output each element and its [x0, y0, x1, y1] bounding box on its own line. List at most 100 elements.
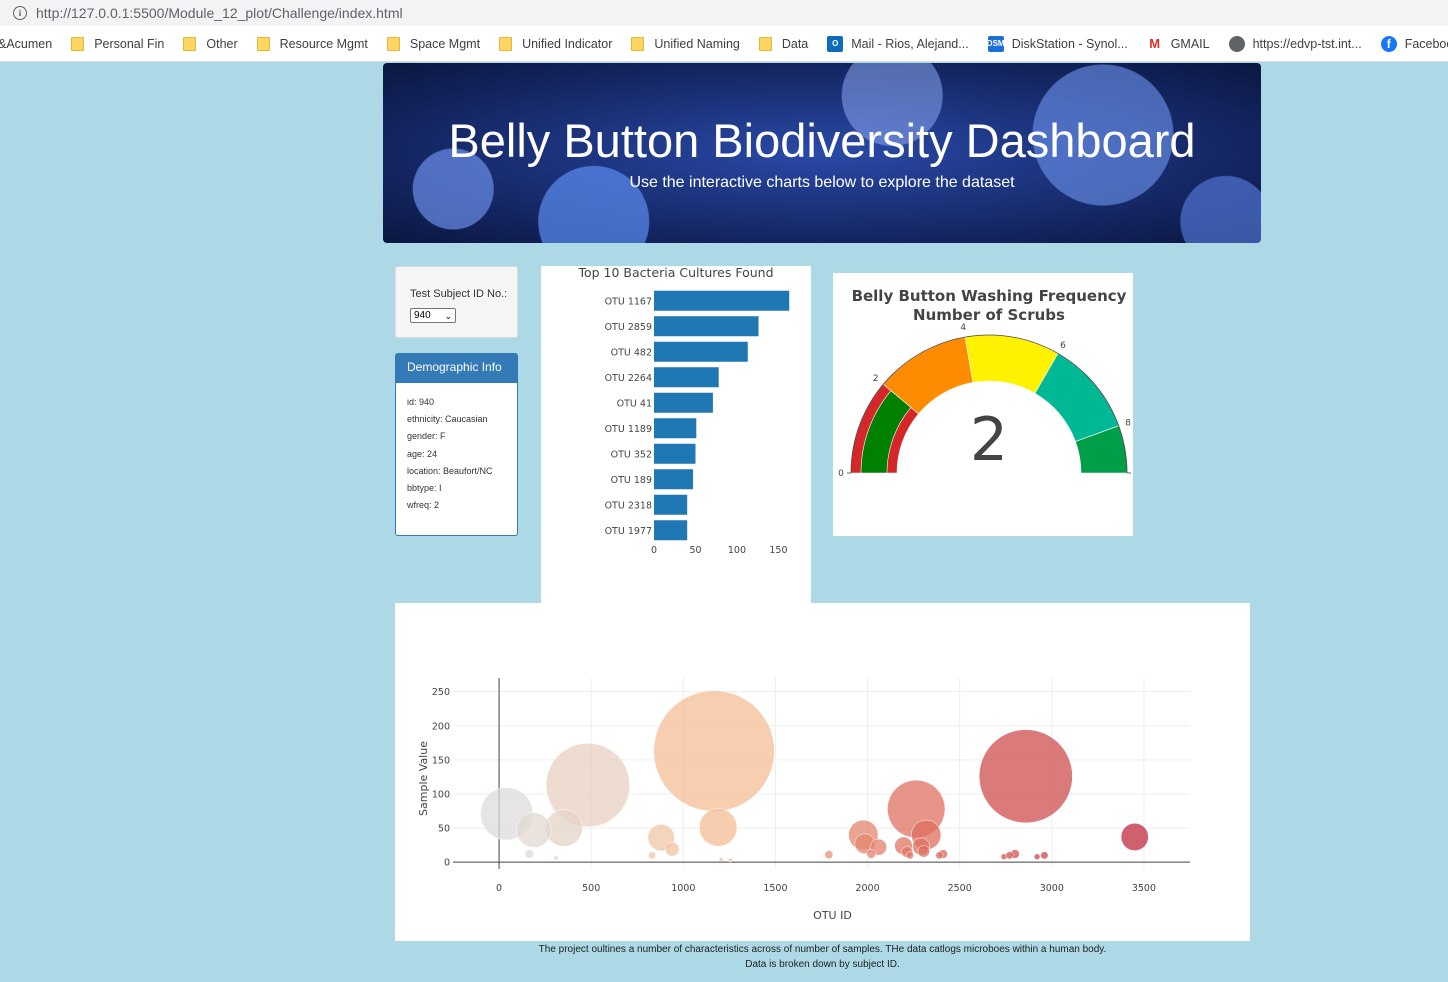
bubble-x-tick-label: 1000	[671, 883, 695, 894]
bar-category-label: OTU 352	[611, 449, 652, 460]
bubble-x-tick-label: 2000	[855, 883, 879, 894]
bubble[interactable]	[653, 690, 775, 812]
bar[interactable]	[654, 341, 748, 362]
bookmark-item[interactable]: Unified Naming	[631, 36, 740, 51]
gauge-chart[interactable]: 0 2 4 6 8 Belly Button Washing FrequencyNumbe…	[833, 273, 1133, 536]
bookmark-item[interactable]: &Acumen	[0, 37, 52, 51]
bookmark-label: Data	[781, 36, 809, 51]
gauge-tick-label: 0	[838, 469, 844, 479]
bubble[interactable]	[824, 850, 834, 859]
bubble[interactable]	[866, 849, 876, 859]
bubble[interactable]	[664, 841, 680, 857]
bubble[interactable]	[1000, 853, 1008, 860]
footer-line-1: The project oultines a number of charact…	[538, 944, 1107, 955]
bar-category-label: OTU 2859	[605, 322, 652, 333]
facebook-icon: f	[1380, 35, 1397, 52]
bubble[interactable]	[935, 851, 944, 860]
demographic-row: age: 24	[407, 448, 438, 459]
page-title: Belly Button Biodiversity Dashboard	[448, 114, 1196, 167]
gauge-title-line-1: Belly Button Washing Frequency	[852, 287, 1127, 305]
bar[interactable]	[654, 367, 719, 388]
demographic-row: wfreq: 2	[407, 500, 440, 511]
bookmark-label: Facebook	[1404, 36, 1448, 51]
gauge-chart-card: 0 2 4 6 8 Belly Button Washing Frequency Numbe…	[833, 273, 1133, 536]
bookmark-item[interactable]: Unified Indicator	[499, 36, 613, 51]
subject-selector-label: Test Subject ID No.:	[410, 288, 508, 300]
dsm-icon: DSM	[987, 35, 1005, 52]
bubble[interactable]	[1040, 851, 1049, 860]
bar[interactable]	[654, 418, 697, 439]
page-subtitle: Use the interactive charts below to expl…	[629, 174, 1015, 191]
demographic-row: bbtype: I	[407, 482, 442, 493]
gauge-tick-label: 8	[1125, 418, 1131, 428]
chevron-down-icon: ⌄	[444, 311, 452, 321]
bookmark-label: Unified Indicator	[522, 36, 613, 51]
demographic-info-heading: Demographic Info	[396, 354, 517, 383]
bookmark-item[interactable]: Other	[183, 36, 238, 51]
demographic-info-body: id: 940 ethnicity: Caucasian gender: F age:…	[396, 383, 517, 517]
url-text[interactable]: http://127.0.0.1:5500/Module_12_plot/Cha…	[36, 5, 403, 21]
bubble-y-tick-label: 200	[432, 721, 450, 732]
subject-id-select[interactable]: 940 ⌄	[410, 308, 456, 323]
bar-chart[interactable]: Top 10 Bacteria Cultures Found OTU 1167 OT…	[541, 265, 811, 603]
bubble-x-tick-label: 500	[582, 883, 600, 894]
bookmark-item[interactable]: Data	[758, 36, 809, 51]
bubble-x-tick-label: 3000	[1040, 883, 1064, 894]
bar-x-tick-label: 100	[728, 545, 746, 556]
bubble[interactable]	[917, 845, 930, 858]
bar-category-label: OTU 2318	[605, 500, 652, 511]
gauge-value-number: 2	[970, 405, 1008, 475]
bubble[interactable]	[728, 857, 733, 863]
bookmark-label: Resource Mgmt	[279, 36, 368, 51]
bookmark-item[interactable]: f Facebook	[1380, 35, 1448, 52]
bubble[interactable]	[1120, 822, 1149, 851]
footer-line-2: Data is broken down by subject ID.	[745, 959, 900, 970]
bubble[interactable]	[905, 851, 914, 860]
folder-icon	[386, 36, 400, 51]
folder-icon	[183, 36, 197, 51]
bookmark-item[interactable]: Resource Mgmt	[256, 36, 368, 51]
bubble[interactable]	[1033, 853, 1041, 860]
bar-category-label: OTU 1189	[605, 424, 652, 435]
bubble-x-tick-label: 0	[496, 883, 502, 894]
bookmark-label: Space Mgmt	[409, 36, 481, 51]
bookmark-label: GMAIL	[1170, 36, 1210, 51]
bar[interactable]	[654, 316, 759, 337]
bubble-chart[interactable]: 0 500 1000 1500 2000 2500 3000 3500 0 50 100 150 200…	[395, 603, 1250, 941]
bubble[interactable]	[516, 812, 552, 848]
bubble[interactable]	[978, 729, 1073, 824]
bubble-y-tick-label: 150	[432, 755, 450, 766]
bubble[interactable]	[553, 855, 559, 861]
browser-address-bar[interactable]: i http://127.0.0.1:5500/Module_12_plot/C…	[0, 0, 1448, 26]
bookmark-label: https://edvp-tst.int...	[1252, 36, 1362, 51]
folder-icon	[256, 36, 270, 51]
demographic-row: gender: F	[407, 431, 446, 442]
bubble-y-tick-label: 250	[432, 687, 450, 698]
bubble[interactable]	[648, 851, 656, 860]
bubble[interactable]	[524, 849, 535, 859]
demographic-row: id: 940	[407, 397, 435, 407]
bar-category-label: OTU 1167	[605, 296, 652, 307]
bookmark-item[interactable]: Personal Fin	[71, 36, 164, 51]
bookmark-item[interactable]: M GMAIL	[1146, 35, 1210, 52]
bar[interactable]	[654, 392, 713, 413]
bubble[interactable]	[718, 857, 724, 862]
bookmark-item[interactable]: O Mail - Rios, Alejand...	[827, 35, 969, 52]
bar-category-label: OTU 1977	[605, 526, 652, 537]
bar[interactable]	[654, 469, 693, 490]
bar[interactable]	[654, 494, 688, 515]
demographic-row: ethnicity: Caucasian	[407, 414, 488, 425]
bookmark-item[interactable]: DSM DiskStation - Synol...	[987, 35, 1128, 52]
bar-category-label: OTU 482	[611, 347, 652, 358]
bar[interactable]	[654, 290, 790, 311]
bubble-y-tick-label: 50	[438, 824, 450, 835]
bar[interactable]	[654, 443, 696, 464]
bubble-y-tick-label: 0	[444, 858, 450, 869]
bookmark-item[interactable]: https://edvp-tst.int...	[1228, 35, 1362, 52]
info-icon[interactable]: i	[13, 6, 27, 20]
bookmark-item[interactable]: Space Mgmt	[386, 36, 481, 51]
bookmark-label: &Acumen	[0, 36, 53, 51]
bookmark-label: DiskStation - Synol...	[1011, 36, 1128, 51]
bubble[interactable]	[699, 808, 738, 847]
bar[interactable]	[654, 520, 688, 541]
